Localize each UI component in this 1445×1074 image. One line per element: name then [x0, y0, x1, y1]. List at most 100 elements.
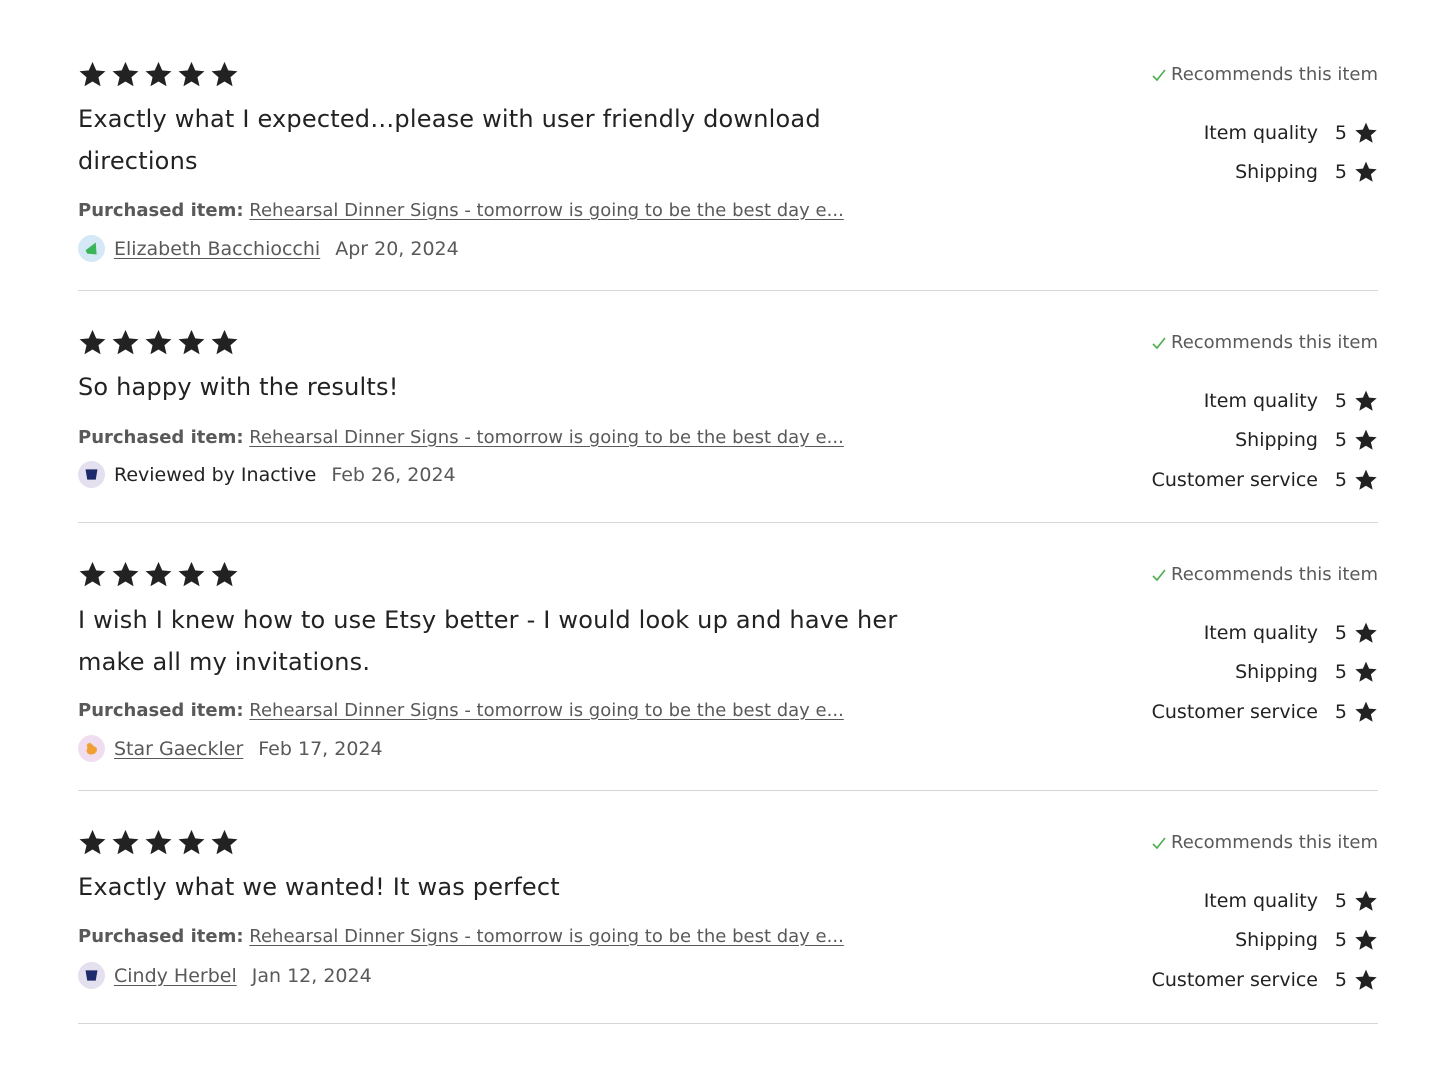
rating-label: Shipping [1235, 429, 1318, 452]
star-icon [145, 329, 172, 355]
navy-shape-icon [85, 970, 98, 981]
purchased-item-label: Purchased item: [78, 427, 244, 448]
rating-value: 5 [1334, 429, 1347, 452]
rating-label: Customer service [1151, 968, 1318, 991]
star-icon [1355, 661, 1377, 683]
review-text: Exactly what I expected…please with user… [78, 105, 821, 175]
star-icon [211, 829, 238, 855]
star-icon [1355, 469, 1377, 490]
star-icon [178, 561, 205, 587]
star-icon [1355, 122, 1377, 143]
purchased-item-link[interactable]: Rehearsal Dinner Signs - tomorrow is goi… [249, 427, 844, 448]
recommends-badge: Recommends this item [1151, 331, 1378, 355]
review-item: I wish I knew how to use Etsy better - I… [78, 522, 1378, 791]
rating-value: 5 [1334, 889, 1347, 912]
purchased-item: Purchased item: Rehearsal Dinner Signs -… [78, 925, 878, 949]
rating-row: Shipping 5 [1204, 153, 1378, 193]
reviewer-info: Reviewed by Inactive Feb 26, 2024 [78, 461, 456, 488]
rating-row: Shipping 5 [1152, 421, 1378, 461]
rating-row: Customer service 5 [1152, 460, 1378, 500]
recommends-text: Recommends this item [1171, 832, 1378, 853]
star-icon [79, 829, 106, 855]
review-item: Exactly what I expected…please with user… [78, 0, 1378, 291]
rating-breakdown: Item quality 5 Shipping 5 Customer service 5 [1152, 381, 1378, 500]
check-icon [1152, 69, 1166, 82]
star-icon [1355, 969, 1377, 990]
green-leaf-icon [85, 242, 97, 255]
purchased-item-link[interactable]: Rehearsal Dinner Signs - tomorrow is goi… [249, 700, 844, 721]
rating-breakdown: Item quality 5 Shipping 5 Customer service 5 [1152, 881, 1378, 1000]
review-star-rating [78, 60, 239, 89]
star-icon [1355, 161, 1377, 183]
star-icon [211, 561, 238, 587]
rating-label: Shipping [1235, 929, 1318, 952]
rating-value: 5 [1334, 968, 1347, 991]
rating-breakdown: Item quality 5 Shipping 5 [1204, 113, 1378, 192]
rating-row: Customer service 5 [1152, 960, 1378, 1000]
reviewer-info: Elizabeth Bacchiocchi Apr 20, 2024 [78, 235, 459, 262]
recommends-text: Recommends this item [1171, 64, 1378, 85]
purchased-item-link[interactable]: Rehearsal Dinner Signs - tomorrow is goi… [249, 926, 844, 947]
star-icon [79, 61, 106, 87]
review-item: So happy with the results! Purchased item… [78, 290, 1378, 523]
rating-value: 5 [1334, 121, 1347, 144]
reviewer-name-link[interactable]: Star Gaeckler [114, 737, 243, 761]
star-icon [112, 329, 139, 355]
rating-label: Item quality [1203, 889, 1318, 912]
check-icon [1152, 337, 1166, 350]
rating-row: Shipping 5 [1152, 653, 1378, 693]
rating-label: Shipping [1235, 661, 1318, 684]
star-icon [1355, 622, 1377, 643]
rating-breakdown: Item quality 5 Shipping 5 Customer service 5 [1152, 613, 1378, 732]
rating-value: 5 [1334, 468, 1347, 491]
star-icon [79, 329, 106, 355]
navy-shape-icon [85, 469, 98, 480]
rating-label: Customer service [1151, 468, 1318, 491]
review-item: Exactly what we wanted! It was perfect Pu… [78, 790, 1378, 1024]
recommends-badge: Recommends this item [1151, 831, 1378, 855]
star-icon [145, 561, 172, 587]
rating-label: Item quality [1203, 389, 1318, 412]
check-icon [1152, 837, 1166, 850]
purchased-item: Purchased item: Rehearsal Dinner Signs -… [78, 426, 878, 450]
star-icon [211, 329, 238, 355]
review-star-rating [78, 328, 239, 357]
review-date: Feb 26, 2024 [331, 463, 456, 486]
rating-row: Customer service 5 [1152, 692, 1378, 732]
star-icon [178, 829, 205, 855]
avatar[interactable] [78, 962, 105, 989]
star-icon [1355, 429, 1377, 451]
review-star-rating [78, 560, 239, 589]
rating-value: 5 [1334, 389, 1347, 412]
star-icon [1355, 701, 1377, 722]
review-text: Exactly what we wanted! It was perfect [78, 873, 560, 901]
rating-label: Item quality [1203, 621, 1318, 644]
star-icon [145, 61, 172, 87]
rating-row: Item quality 5 [1152, 881, 1378, 921]
review-date: Jan 12, 2024 [251, 964, 372, 987]
rating-row: Item quality 5 [1152, 613, 1378, 653]
star-icon [178, 61, 205, 87]
review-date: Apr 20, 2024 [335, 237, 459, 260]
star-icon [1355, 390, 1377, 411]
reviewer-name-link[interactable]: Elizabeth Bacchiocchi [114, 237, 320, 261]
purchased-item-label: Purchased item: [78, 700, 244, 721]
purchased-item: Purchased item: Rehearsal Dinner Signs -… [78, 199, 878, 223]
rating-row: Item quality 5 [1204, 113, 1378, 153]
recommends-text: Recommends this item [1171, 564, 1378, 585]
rating-value: 5 [1334, 700, 1347, 723]
purchased-item-label: Purchased item: [78, 926, 244, 947]
purchased-item-link[interactable]: Rehearsal Dinner Signs - tomorrow is goi… [249, 200, 844, 221]
review-date: Feb 17, 2024 [258, 737, 383, 760]
rating-row: Shipping 5 [1152, 921, 1378, 961]
avatar[interactable] [78, 235, 105, 262]
review-text: I wish I knew how to use Etsy better - I… [78, 606, 898, 676]
star-icon [211, 61, 238, 87]
reviewer-name-link[interactable]: Cindy Herbel [114, 964, 237, 988]
recommends-text: Recommends this item [1171, 332, 1378, 353]
star-icon [1355, 890, 1377, 911]
avatar [78, 461, 105, 488]
avatar[interactable] [78, 735, 105, 762]
rating-value: 5 [1334, 661, 1347, 684]
reviewer-info: Cindy Herbel Jan 12, 2024 [78, 962, 372, 989]
